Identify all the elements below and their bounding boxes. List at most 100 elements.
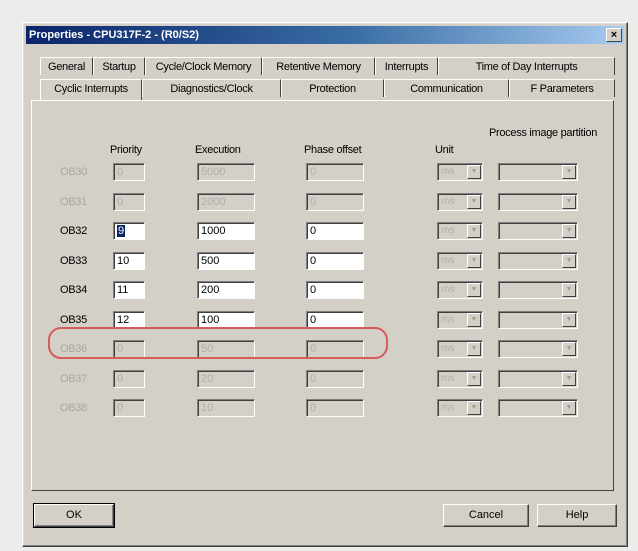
- chevron-down-icon: ▼: [562, 372, 576, 386]
- ob-label: OB32: [60, 225, 87, 237]
- process-image-partition-dropdown: ▼: [498, 252, 578, 270]
- execution-header: Execution: [195, 144, 241, 156]
- tab-diagnostics-clock[interactable]: Diagnostics/Clock: [142, 79, 281, 97]
- unit-value: ms: [441, 373, 455, 384]
- chevron-down-icon: ▼: [467, 313, 481, 327]
- phase-offset-field: 0: [306, 370, 364, 388]
- chevron-down-icon: ▼: [467, 254, 481, 268]
- process-image-partition-dropdown: ▼: [498, 281, 578, 299]
- process-image-partition-dropdown: ▼: [498, 193, 578, 211]
- execution-field: 20: [197, 370, 255, 388]
- ob-label: OB34: [60, 284, 87, 296]
- execution-field[interactable]: 200: [197, 281, 255, 299]
- phase-offset-field: 0: [306, 193, 364, 211]
- tab-protection[interactable]: Protection: [281, 79, 384, 97]
- unit-value: ms: [441, 255, 455, 266]
- properties-dialog: Properties - CPU317F-2 - (R0/S2) × Gener…: [22, 22, 628, 547]
- unit-dropdown: ms ▼: [437, 311, 483, 329]
- tab-f-parameters[interactable]: F Parameters: [509, 79, 615, 97]
- cyclic-interrupts-panel: Priority Execution Phase offset Unit Pro…: [31, 100, 614, 491]
- priority-field[interactable]: 9: [113, 222, 145, 240]
- execution-field[interactable]: 500: [197, 252, 255, 270]
- ok-button[interactable]: OK: [33, 503, 115, 528]
- close-icon[interactable]: ×: [606, 28, 622, 42]
- phase-offset-field[interactable]: 0: [306, 311, 364, 329]
- phase-offset-field: 0: [306, 340, 364, 358]
- unit-dropdown: ms ▼: [437, 222, 483, 240]
- execution-field: 2000: [197, 193, 255, 211]
- phase-offset-field: 0: [306, 399, 364, 417]
- tab-cyclic-interrupts[interactable]: Cyclic Interrupts: [40, 79, 142, 100]
- ob-label: OB31: [60, 196, 87, 208]
- process-image-partition-dropdown: ▼: [498, 163, 578, 181]
- chevron-down-icon: ▼: [562, 342, 576, 356]
- phase-offset-header: Phase offset: [304, 144, 362, 156]
- process-image-partition-dropdown: ▼: [498, 370, 578, 388]
- priority-field: 0: [113, 340, 145, 358]
- priority-header: Priority: [110, 144, 142, 156]
- chevron-down-icon: ▼: [467, 283, 481, 297]
- unit-value: ms: [441, 343, 455, 354]
- process-image-partition-dropdown: ▼: [498, 340, 578, 358]
- execution-field: 50: [197, 340, 255, 358]
- unit-dropdown: ms ▼: [437, 399, 483, 417]
- chevron-down-icon: ▼: [467, 342, 481, 356]
- unit-dropdown: ms ▼: [437, 281, 483, 299]
- help-button[interactable]: Help: [537, 504, 617, 527]
- unit-value: ms: [441, 314, 455, 325]
- chevron-down-icon: ▼: [467, 224, 481, 238]
- phase-offset-field[interactable]: 0: [306, 222, 364, 240]
- phase-offset-field[interactable]: 0: [306, 252, 364, 270]
- phase-offset-field[interactable]: 0: [306, 281, 364, 299]
- priority-field[interactable]: 10: [113, 252, 145, 270]
- title-bar[interactable]: Properties - CPU317F-2 - (R0/S2) ×: [26, 26, 624, 44]
- tab-general[interactable]: General: [40, 57, 93, 75]
- ob-label: OB35: [60, 314, 87, 326]
- tab-interrupts[interactable]: Interrupts: [375, 57, 438, 75]
- priority-field: 0: [113, 163, 145, 181]
- chevron-down-icon: ▼: [562, 283, 576, 297]
- unit-dropdown: ms ▼: [437, 193, 483, 211]
- process-image-partition-dropdown: ▼: [498, 399, 578, 417]
- execution-field: 10: [197, 399, 255, 417]
- chevron-down-icon: ▼: [562, 224, 576, 238]
- process-image-partition-dropdown: ▼: [498, 311, 578, 329]
- tab-startup[interactable]: Startup: [93, 57, 145, 75]
- process-image-partition-dropdown: ▼: [498, 222, 578, 240]
- chevron-down-icon: ▼: [562, 165, 576, 179]
- priority-value: 9: [117, 225, 126, 237]
- unit-value: ms: [441, 402, 455, 413]
- chevron-down-icon: ▼: [467, 401, 481, 415]
- execution-field[interactable]: 100: [197, 311, 255, 329]
- tab-retentive-memory[interactable]: Retentive Memory: [262, 57, 375, 75]
- unit-value: ms: [441, 166, 455, 177]
- execution-field[interactable]: 1000: [197, 222, 255, 240]
- unit-value: ms: [441, 225, 455, 236]
- unit-header: Unit: [435, 144, 454, 156]
- tab-cycle-clock-memory[interactable]: Cycle/Clock Memory: [145, 57, 262, 75]
- unit-dropdown: ms ▼: [437, 252, 483, 270]
- unit-dropdown: ms ▼: [437, 370, 483, 388]
- ob-label: OB30: [60, 166, 87, 178]
- tab-time-of-day-interrupts[interactable]: Time of Day Interrupts: [438, 57, 615, 75]
- ob-label: OB33: [60, 255, 87, 267]
- chevron-down-icon: ▼: [467, 165, 481, 179]
- unit-value: ms: [441, 284, 455, 295]
- chevron-down-icon: ▼: [562, 254, 576, 268]
- unit-dropdown: ms ▼: [437, 340, 483, 358]
- chevron-down-icon: ▼: [467, 372, 481, 386]
- chevron-down-icon: ▼: [562, 401, 576, 415]
- ob-label: OB38: [60, 402, 87, 414]
- chevron-down-icon: ▼: [562, 313, 576, 327]
- cancel-button[interactable]: Cancel: [443, 504, 529, 527]
- ob-label: OB36: [60, 343, 87, 355]
- priority-field[interactable]: 11: [113, 281, 145, 299]
- unit-dropdown: ms ▼: [437, 163, 483, 181]
- unit-value: ms: [441, 196, 455, 207]
- priority-field[interactable]: 12: [113, 311, 145, 329]
- priority-field: 0: [113, 193, 145, 211]
- chevron-down-icon: ▼: [562, 195, 576, 209]
- execution-field: 5000: [197, 163, 255, 181]
- priority-field: 0: [113, 399, 145, 417]
- tab-communication[interactable]: Communication: [384, 79, 509, 97]
